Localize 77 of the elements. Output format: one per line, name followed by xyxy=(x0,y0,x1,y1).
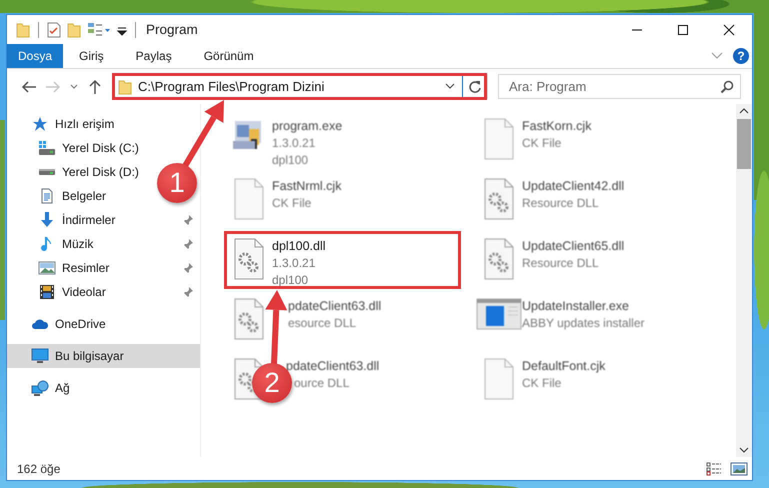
pin-icon[interactable] xyxy=(182,214,194,226)
refresh-icon xyxy=(468,80,482,94)
search-icon[interactable] xyxy=(720,80,734,94)
drive-icon xyxy=(38,168,56,176)
file-name[interactable]: program.exe xyxy=(272,118,342,135)
window-title: Program xyxy=(146,22,198,37)
file-name[interactable]: FastKorn.cjk xyxy=(522,118,592,135)
file-icon xyxy=(232,177,266,221)
ribbon-tab[interactable]: Görünüm xyxy=(188,44,270,68)
gear-file-icon xyxy=(232,237,266,281)
download-icon xyxy=(38,211,56,229)
view-menu-icon[interactable] xyxy=(87,22,111,38)
folder-icon xyxy=(16,22,30,38)
up-arrow-icon xyxy=(88,78,102,94)
pin-icon[interactable] xyxy=(182,238,194,250)
file-detail: esource DLL xyxy=(288,315,358,332)
search-bar[interactable]: Ara: Program xyxy=(498,74,741,99)
file-name[interactable]: UpdateClient65.dll xyxy=(522,238,624,255)
file-detail: ABBY updates installer xyxy=(522,315,645,332)
chevron-icon[interactable] xyxy=(711,52,723,60)
file-detail: 1.3.0.21 xyxy=(272,255,316,272)
scroll-thumb[interactable] xyxy=(737,119,751,169)
maximize-icon xyxy=(677,24,689,36)
file-name[interactable]: DefaultFont.cjk xyxy=(522,358,606,375)
computer-icon xyxy=(31,348,49,364)
file-icon xyxy=(482,357,516,401)
nav-item[interactable]: Videolar xyxy=(7,280,200,304)
dropdown-icon[interactable] xyxy=(444,82,456,90)
file-detail: dpl100 xyxy=(272,272,310,289)
gear-file-icon xyxy=(232,297,266,341)
details-view-icon[interactable] xyxy=(706,462,722,476)
forward-arrow-icon xyxy=(45,80,61,94)
file-name[interactable]: UpdateClient42.dll xyxy=(522,178,624,195)
nav-item[interactable]: OneDrive xyxy=(7,312,112,336)
file-detail: dpl100 xyxy=(272,152,310,169)
gear-file-icon xyxy=(482,237,516,281)
picture-icon xyxy=(38,260,56,276)
nav-item[interactable]: Ağ xyxy=(7,376,76,400)
pin-icon[interactable] xyxy=(182,286,194,298)
close-icon xyxy=(723,24,735,36)
network-icon xyxy=(31,380,49,396)
file-detail: ource DLL xyxy=(294,375,350,392)
ribbon-tab[interactable]: Paylaş xyxy=(120,44,188,68)
nav-item[interactable]: Bu bilgisayar xyxy=(7,344,200,368)
file-detail: CK File xyxy=(522,375,562,392)
file-detail: 1.3.0.21 xyxy=(272,135,316,152)
file-detail: Resource DLL xyxy=(522,195,600,212)
installer-icon xyxy=(476,297,522,331)
file-name[interactable]: dpl100.dll xyxy=(272,238,326,255)
file-icon xyxy=(482,117,516,161)
item-count: 162 öğe xyxy=(17,462,60,476)
film-icon xyxy=(39,284,55,300)
back-arrow-icon xyxy=(21,80,37,94)
nav-item[interactable]: Belgeler xyxy=(7,184,112,208)
large-icons-view-icon[interactable] xyxy=(730,462,748,476)
document-icon xyxy=(39,188,55,204)
file-detail: Resource DLL xyxy=(522,255,600,272)
nav-item[interactable]: Müzik xyxy=(7,232,200,256)
nav-item[interactable]: İndirmeler xyxy=(7,208,200,232)
drive-icon xyxy=(38,140,56,156)
cloud-icon xyxy=(31,317,49,331)
nav-item[interactable]: Yerel Disk (C:) xyxy=(7,136,145,160)
pin-icon[interactable] xyxy=(182,262,194,274)
nav-item[interactable]: Hızlı erişim xyxy=(7,112,120,136)
caret-icon xyxy=(70,84,78,90)
nav-item[interactable]: Yerel Disk (D:) xyxy=(7,160,145,184)
scrollbar[interactable] xyxy=(736,104,752,457)
file-detail: CK File xyxy=(522,135,562,152)
gear-file-icon xyxy=(482,177,516,221)
ribbon-tab[interactable]: Giriş xyxy=(63,44,120,68)
file-detail: CK File xyxy=(272,195,312,212)
ribbon-tab[interactable]: Dosya xyxy=(7,44,63,68)
nav-item[interactable]: Resimler xyxy=(7,256,200,280)
arrow xyxy=(182,100,224,168)
star-icon xyxy=(32,116,48,132)
properties-icon[interactable] xyxy=(47,22,61,38)
help-button[interactable]: ? xyxy=(733,48,749,64)
